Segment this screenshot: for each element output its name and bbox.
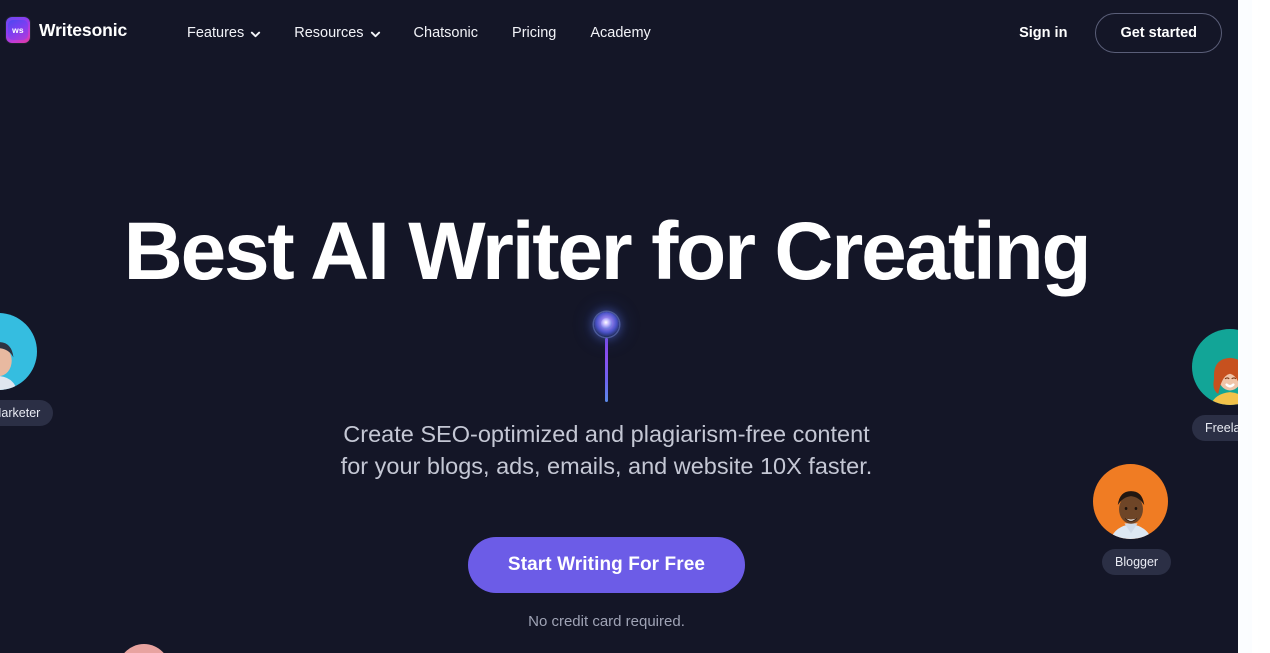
nav-item-resources[interactable]: Resources: [277, 19, 396, 47]
nav-item-label: Resources: [294, 25, 364, 41]
brand-logo[interactable]: ws Writesonic: [6, 17, 127, 43]
avatar-card-marketer[interactable]: Marketer: [0, 313, 54, 426]
nav-item-label: Chatsonic: [413, 25, 479, 41]
header-auth-actions: Sign in Get started: [1009, 13, 1222, 53]
writesonic-logo-icon: ws: [6, 17, 30, 43]
chevron-down-icon: [250, 29, 261, 39]
hero-subtitle: Create SEO-optimized and plagiarism-free…: [0, 418, 1213, 482]
nav-item-academy[interactable]: Academy: [573, 19, 667, 47]
nav-item-features[interactable]: Features: [170, 19, 277, 47]
get-started-button[interactable]: Get started: [1095, 13, 1222, 53]
page-title: Best AI Writer for Creating: [123, 206, 1092, 297]
avatar-photo: [1211, 358, 1238, 405]
avatar-label: Marketer: [0, 400, 54, 426]
avatar-card-blogger[interactable]: Blogger: [1093, 464, 1172, 575]
page-scrollbar[interactable]: [1238, 0, 1270, 653]
brand-name: Writesonic: [39, 19, 128, 40]
nav-item-label: Academy: [590, 25, 651, 41]
nav-item-chatsonic[interactable]: Chatsonic: [397, 19, 495, 47]
ai-orb-icon: [594, 312, 619, 337]
hero-cta-group: Start Writing For Free No credit card re…: [0, 537, 1213, 630]
avatar-card-freelancer[interactable]: Freelancer: [1192, 329, 1238, 441]
avatar-label: Freelancer: [1192, 415, 1238, 441]
avatar: [118, 644, 170, 653]
avatar-photo: [0, 341, 17, 390]
chevron-down-icon: [370, 29, 380, 39]
main-navigation: Features Resources Chatsonic Pricing Aca…: [170, 0, 668, 66]
sign-in-link[interactable]: Sign in: [1009, 17, 1077, 49]
page-root: ws Writesonic Features Resources Chatson…: [0, 0, 1270, 653]
avatar-label: Blogger: [1102, 549, 1172, 575]
avatar: [0, 313, 37, 390]
nav-item-label: Pricing: [512, 25, 557, 41]
hero-subtitle-line-1: Create SEO-optimized and plagiarism-free…: [343, 421, 870, 447]
caret-line: [605, 338, 608, 402]
hero-subtitle-line-2: for your blogs, ads, emails, and website…: [340, 453, 873, 479]
browser-viewport: ws Writesonic Features Resources Chatson…: [0, 0, 1238, 653]
avatar-card-partial-bottom[interactable]: [118, 644, 170, 653]
site-header: ws Writesonic Features Resources Chatson…: [0, 0, 1238, 66]
scrollbar-track[interactable]: [1240, 0, 1252, 653]
nav-item-label: Features: [187, 25, 245, 41]
typing-caret-group: [0, 312, 1213, 402]
avatar-photo: [1110, 491, 1151, 539]
cta-note: No credit card required.: [528, 613, 685, 630]
avatar: [1192, 329, 1238, 405]
logo-monogram: ws: [8, 20, 28, 40]
avatar: [1093, 464, 1168, 539]
start-writing-for-free-button[interactable]: Start Writing For Free: [467, 537, 746, 593]
nav-item-pricing[interactable]: Pricing: [495, 19, 573, 47]
